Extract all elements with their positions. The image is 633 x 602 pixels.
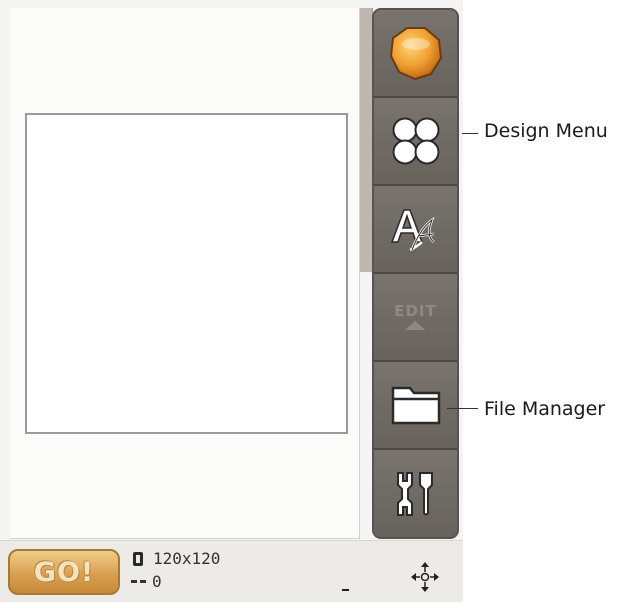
file-manager-callout: File Manager xyxy=(484,398,606,420)
tools-icon xyxy=(396,471,433,516)
design-menu-callout-line xyxy=(462,133,478,134)
stitch-count-icon xyxy=(131,580,147,586)
main-toolbar: EDIT xyxy=(372,8,459,539)
hoop-area[interactable] xyxy=(25,113,348,434)
go-button[interactable]: GO! xyxy=(8,549,120,595)
edit-icon: EDIT xyxy=(394,303,437,331)
design-menu-icon xyxy=(392,117,439,165)
minus-icon xyxy=(342,589,349,591)
edit-button[interactable]: EDIT xyxy=(374,274,457,362)
hoop-icon xyxy=(133,552,143,566)
design-menu-callout: Design Menu xyxy=(484,120,608,142)
file-manager-callout-line xyxy=(447,408,478,409)
home-button[interactable] xyxy=(374,10,457,98)
embroidery-screen: EDIT GO! 120x120 0 xyxy=(0,0,463,602)
file-manager-button[interactable] xyxy=(374,362,457,450)
tools-button[interactable] xyxy=(374,450,457,537)
text-button[interactable] xyxy=(374,186,457,274)
up-arrow-icon xyxy=(405,321,426,330)
status-bar: GO! 120x120 0 xyxy=(0,540,463,602)
stitch-count: 0 xyxy=(152,572,162,591)
design-canvas[interactable] xyxy=(10,8,360,539)
home-orb-icon xyxy=(389,27,442,81)
design-menu-button[interactable] xyxy=(374,98,457,186)
move-arrows-icon[interactable] xyxy=(411,562,439,592)
text-font-icon xyxy=(390,209,435,252)
edit-label: EDIT xyxy=(394,302,437,320)
hoop-size: 120x120 xyxy=(153,549,221,568)
folder-icon xyxy=(391,386,440,425)
go-label: GO! xyxy=(33,556,95,588)
